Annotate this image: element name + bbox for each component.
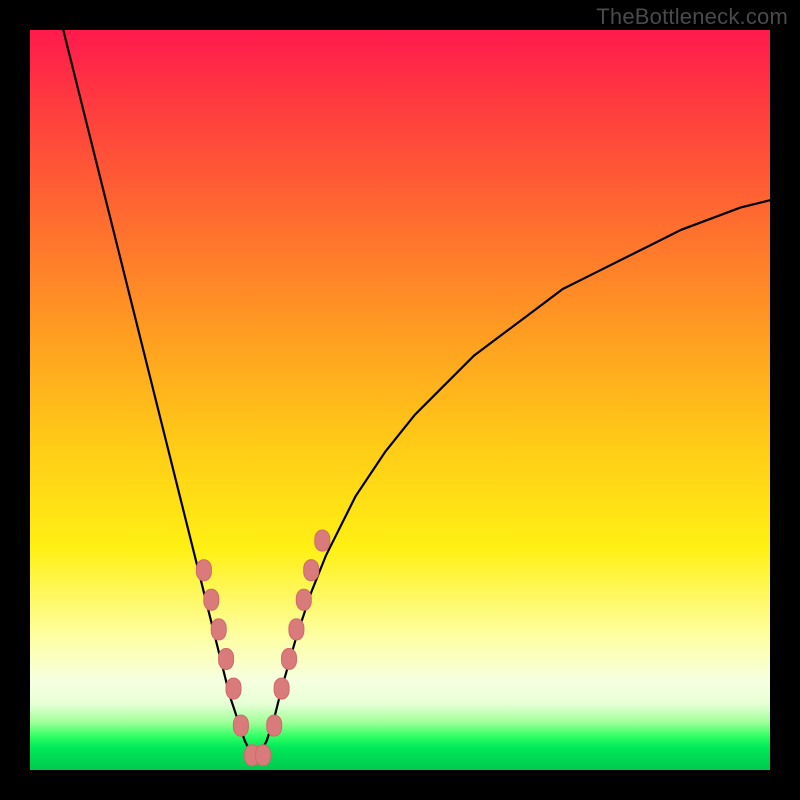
highlight-markers [196, 530, 329, 766]
plot-area [30, 30, 770, 770]
marker-point [289, 619, 304, 640]
marker-point [196, 560, 211, 581]
chart-svg [30, 30, 770, 770]
marker-point [233, 715, 248, 736]
marker-point [256, 745, 271, 766]
bottleneck-curve [30, 0, 770, 755]
marker-point [267, 715, 282, 736]
marker-point [226, 678, 241, 699]
marker-point [274, 678, 289, 699]
marker-point [204, 589, 219, 610]
marker-point [282, 649, 297, 670]
marker-point [304, 560, 319, 581]
marker-point [315, 530, 330, 551]
marker-point [219, 649, 234, 670]
marker-point [211, 619, 226, 640]
marker-point [296, 589, 311, 610]
watermark-text: TheBottleneck.com [596, 4, 788, 30]
